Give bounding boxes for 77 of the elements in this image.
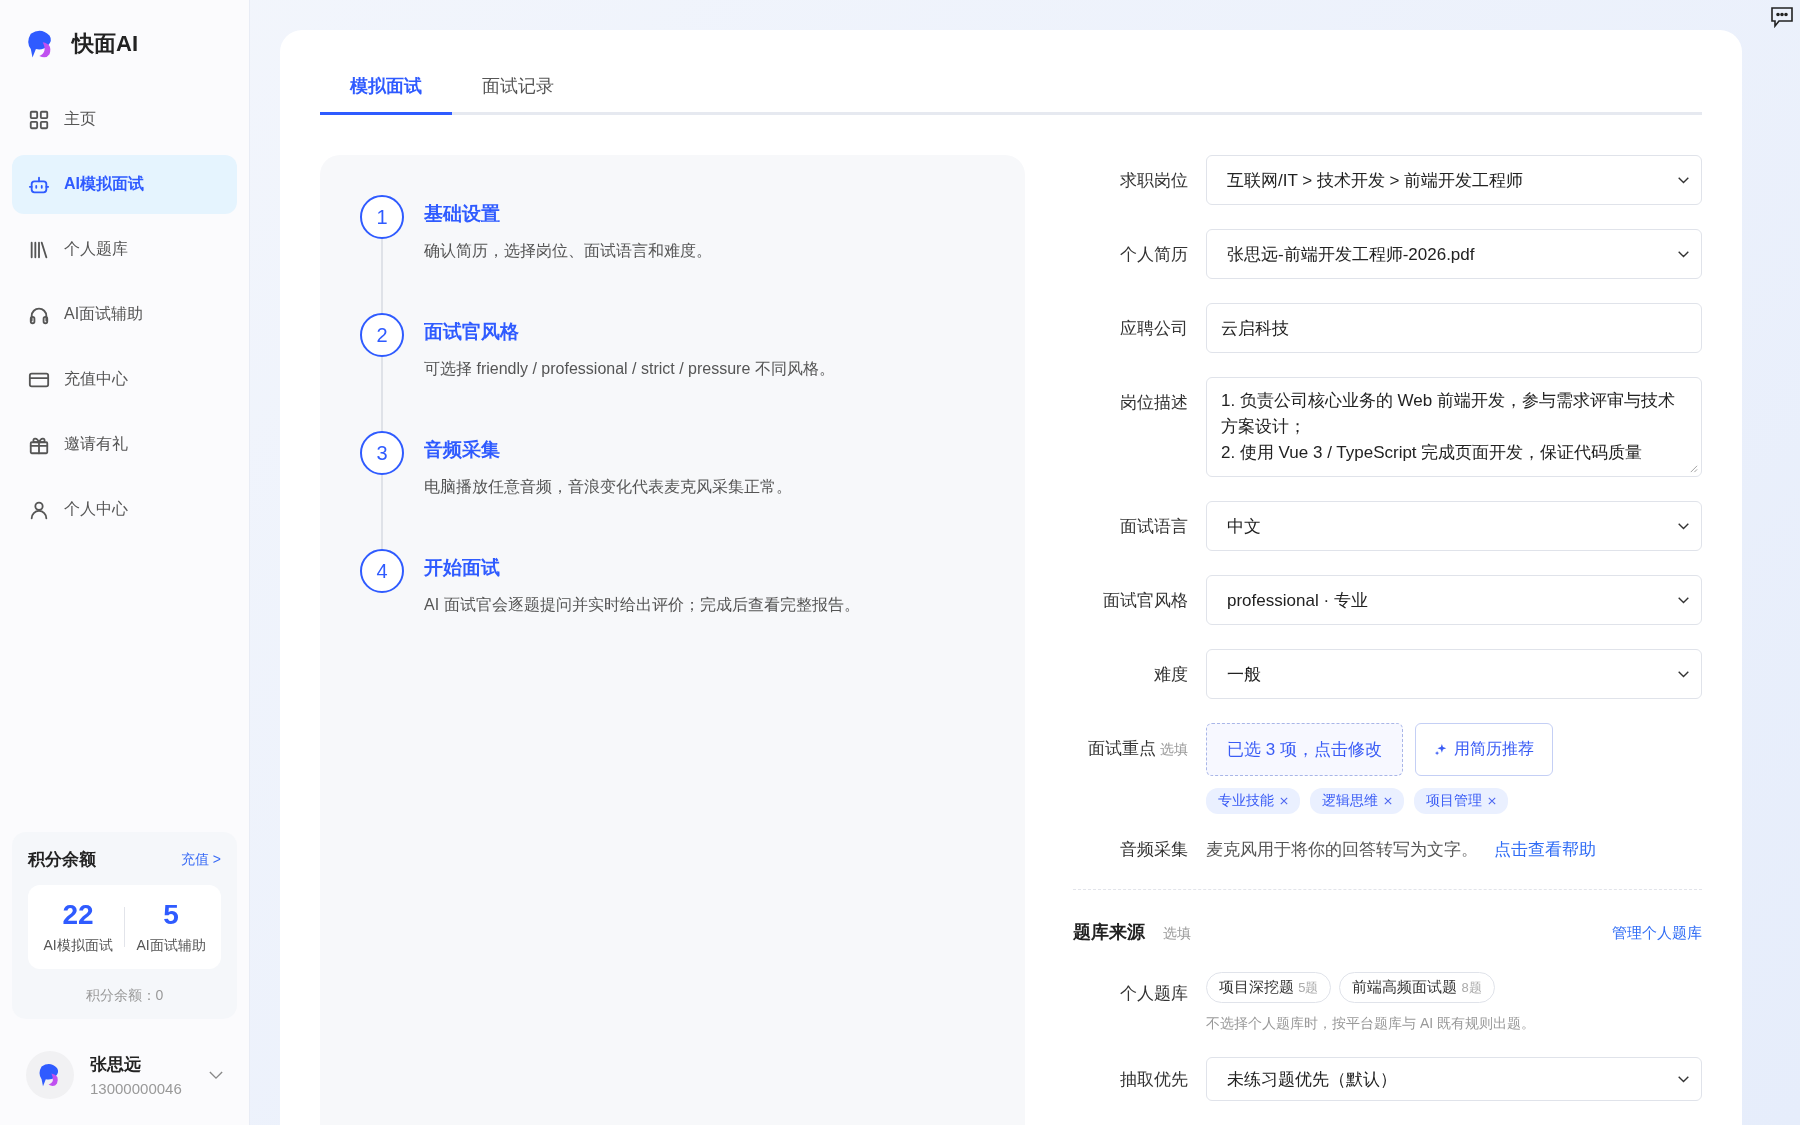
nav-item[interactable]: AI模拟面试 (12, 155, 237, 214)
field-label: 抽取优先 (1119, 1068, 1188, 1091)
help-link[interactable]: 点击查看帮助 (1494, 838, 1596, 861)
nav-item[interactable]: 充值中心 (12, 350, 237, 409)
chat-icon[interactable] (1770, 6, 1794, 28)
field-label: 个人题库 (1119, 983, 1188, 1005)
focus-picker-button[interactable]: 已选 3 项，点击修改 (1206, 723, 1403, 776)
recharge-link[interactable]: 充值 > (180, 850, 221, 869)
field-label: 面试语言 (1119, 515, 1188, 538)
chevron-down-icon (1678, 522, 1689, 530)
tab[interactable]: 面试记录 (452, 66, 584, 115)
chevron-down-icon (1678, 176, 1689, 184)
brand-name: 快面AI (72, 30, 138, 58)
count-label: AI面试辅助 (136, 937, 206, 955)
field-label: 应聘公司 (1119, 317, 1188, 340)
field-label: 面试重点 (1088, 739, 1156, 758)
field-label: 岗位描述 (1119, 392, 1188, 414)
select-field[interactable]: 互联网/IT > 技术开发 > 前端开发工程师 (1206, 155, 1702, 205)
close-icon[interactable] (1488, 797, 1496, 805)
step-title: 面试官风格 (424, 320, 519, 344)
count-label: AI模拟面试 (43, 937, 113, 955)
step-title: 开始面试 (424, 556, 500, 580)
resize-grip-icon[interactable] (1689, 464, 1698, 473)
select-field[interactable]: professional · 专业 (1206, 575, 1702, 625)
step-desc: 可选择 friendly / professional / strict / pressure 不同风格。 (424, 359, 835, 379)
step-desc: AI 面试官会逐题提问并实时给出评价；完成后查看完整报告。 (424, 595, 860, 615)
close-icon[interactable] (1280, 797, 1288, 805)
nav-item[interactable]: AI面试辅助 (12, 285, 237, 344)
step-number: 3 (360, 431, 404, 475)
step-number: 1 (360, 195, 404, 239)
user-phone: 13000000046 (90, 1080, 183, 1097)
focus-tag[interactable]: 逻辑思维 (1310, 788, 1404, 814)
nav-item[interactable]: 个人中心 (12, 480, 237, 539)
field-label: 求职岗位 (1119, 169, 1188, 192)
step-desc: 电脑播放任意音频，音浪变化代表麦克风采集正常。 (424, 477, 792, 497)
count-value: 22 (62, 899, 94, 931)
avatar (26, 1051, 74, 1099)
chevron-down-icon (1678, 250, 1689, 258)
credits-title: 积分余额 (28, 849, 96, 871)
count-value: 5 (163, 899, 179, 931)
field-label: 面试官风格 (1102, 589, 1188, 612)
focus-tag[interactable]: 项目管理 (1414, 788, 1508, 814)
nav-item[interactable]: 邀请有礼 (12, 415, 237, 474)
focus-tag[interactable]: 专业技能 (1206, 788, 1300, 814)
section-title: 题库来源 (1073, 921, 1145, 944)
chevron-down-icon (1678, 670, 1689, 678)
optional-hint: 选填 (1163, 925, 1191, 943)
select-field[interactable]: 张思远-前端开发工程师-2026.pdf (1206, 229, 1702, 279)
nav-item[interactable]: 个人题库 (12, 220, 237, 279)
field-label: 音频采集 (1119, 839, 1188, 861)
nav-item[interactable]: 主页 (12, 90, 237, 149)
textarea-field[interactable]: 1. 负责公司核心业务的 Web 前端开发，参与需求评审与技术方案设计； 2. 使用 Vue 3 / TypeScript 完成页面开发，保证代码质量 (1206, 377, 1702, 477)
step-number: 4 (360, 549, 404, 593)
select-field[interactable]: 未练习题优先（默认） (1206, 1057, 1702, 1101)
input-field[interactable]: 云启科技 (1206, 303, 1702, 353)
manage-link[interactable]: 管理个人题库 (1612, 924, 1702, 943)
step-number: 2 (360, 313, 404, 357)
bank-hint: 不选择个人题库时，按平台题库与 AI 既有规则出题。 (1206, 1015, 1535, 1033)
tab[interactable]: 模拟面试 (320, 66, 452, 115)
grid-icon (28, 108, 50, 131)
close-icon[interactable] (1384, 797, 1392, 805)
step-title: 基础设置 (424, 202, 500, 226)
balance-text: 积分余额：0 (84, 987, 165, 1005)
chevron-down-icon[interactable] (209, 1070, 223, 1080)
audio-note: 麦克风用于将你的回答转写为文字。 (1206, 839, 1478, 861)
user-name: 张思远 (90, 1054, 142, 1076)
step-title: 音频采集 (424, 438, 500, 462)
select-field[interactable]: 中文 (1206, 501, 1702, 551)
recommend-button[interactable]: 用简历推荐 (1414, 723, 1553, 776)
optional-hint: 选填 (1160, 741, 1188, 757)
select-field[interactable]: 一般 (1206, 649, 1702, 699)
chevron-down-icon (1678, 596, 1689, 604)
chevron-down-icon (1678, 1075, 1689, 1083)
field-label: 个人简历 (1119, 243, 1188, 266)
field-label: 难度 (1153, 663, 1188, 686)
step-desc: 确认简历，选择岗位、面试语言和难度。 (424, 241, 712, 261)
sparkle-icon (1433, 742, 1448, 757)
